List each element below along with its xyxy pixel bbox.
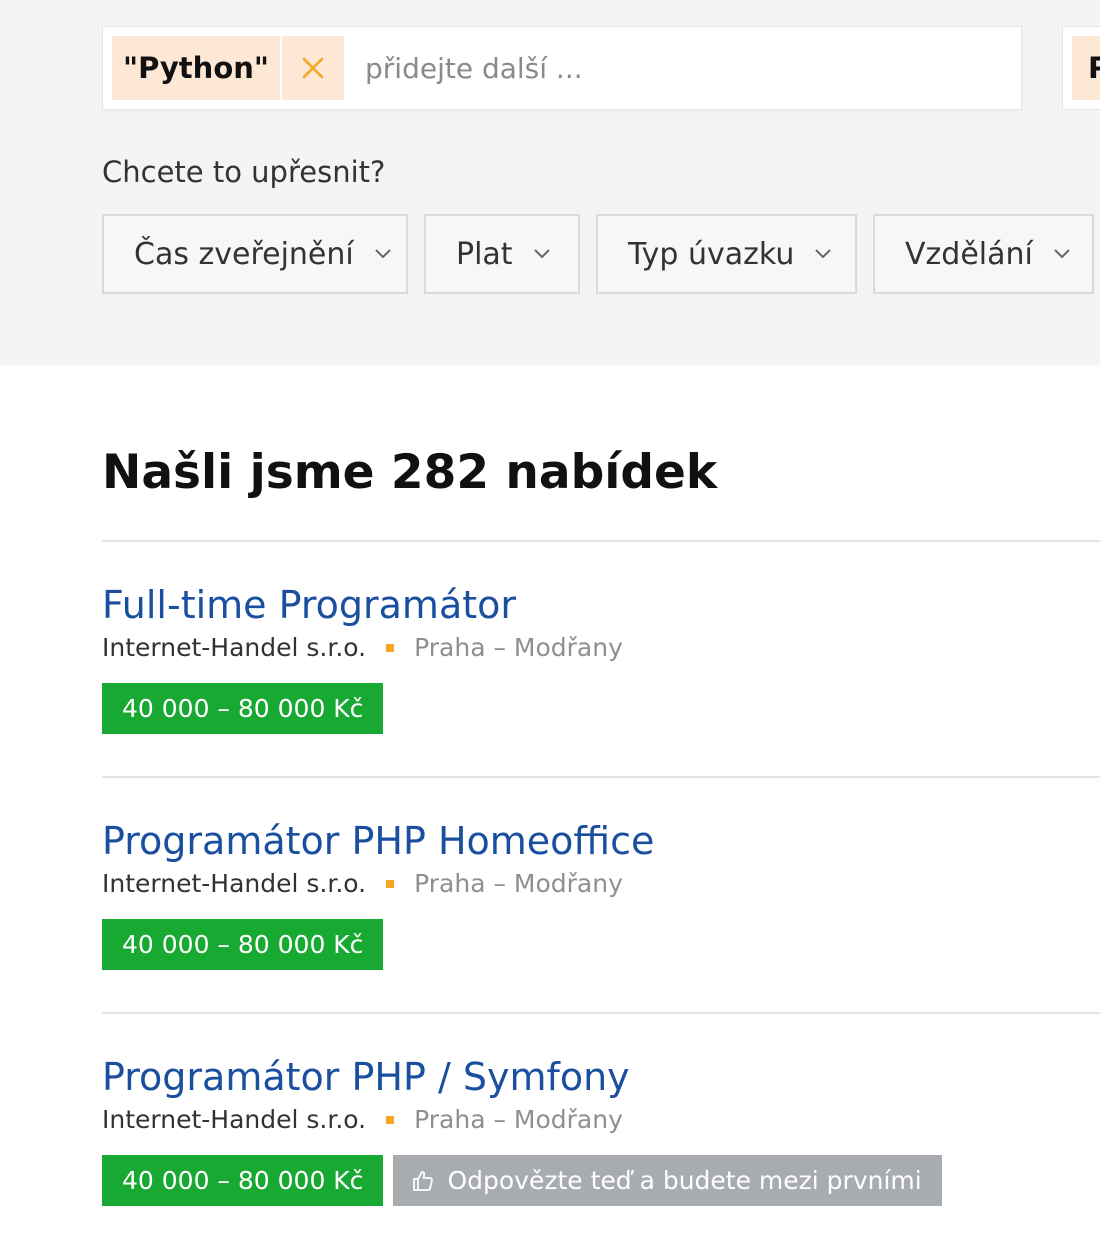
job-badges: 40 000 – 80 000 Kč — [102, 683, 384, 734]
company-name: Internet-Handel s.r.o. — [102, 869, 367, 898]
salary-badge: 40 000 – 80 000 Kč — [102, 683, 384, 734]
company-name: Internet-Handel s.r.o. — [102, 633, 367, 662]
refine-label: Chcete to upřesnit? — [102, 155, 386, 189]
job-badges: 40 000 – 80 000 Kč Odpovězte teď a budet… — [102, 1155, 942, 1206]
results-count: 282 — [390, 445, 490, 500]
job-listing: Full-time Programátor Internet-Handel s.… — [102, 583, 1100, 734]
filter-salary[interactable]: Plat — [424, 214, 580, 294]
divider — [102, 1012, 1100, 1014]
job-listing: Programátor PHP Homeoffice Internet-Hand… — [102, 819, 1100, 970]
keyword-add-input[interactable] — [365, 36, 1005, 100]
salary-badge: 40 000 – 80 000 Kč — [102, 919, 384, 970]
filter-label: Typ úvazku — [628, 236, 795, 272]
separator-dot — [386, 879, 395, 888]
job-location: Praha – Modřany — [414, 1105, 623, 1134]
company-name: Internet-Handel s.r.o. — [102, 1105, 367, 1134]
separator-dot — [386, 1115, 395, 1124]
divider — [102, 540, 1100, 542]
results-suffix: nabídek — [505, 445, 718, 500]
chevron-down-icon — [533, 249, 550, 259]
job-title-link[interactable]: Full-time Programátor — [102, 583, 516, 627]
job-title-link[interactable]: Programátor PHP Homeoffice — [102, 819, 654, 863]
chevron-down-icon — [1054, 249, 1070, 259]
location-search-box[interactable]: P — [1062, 26, 1100, 110]
chevron-down-icon — [375, 249, 391, 259]
job-listing: Programátor PHP / Symfony Internet-Hande… — [102, 1055, 1100, 1206]
divider — [102, 776, 1100, 778]
job-location: Praha – Modřany — [414, 633, 623, 662]
results-heading: Našli jsme 282 nabídek — [102, 445, 717, 500]
filter-label: Plat — [456, 236, 513, 272]
respond-label: Odpovězte teď a budete mezi prvními — [447, 1166, 922, 1195]
job-badges: 40 000 – 80 000 Kč — [102, 919, 384, 970]
location-tag-label: P — [1072, 36, 1100, 100]
keyword-tag: "Python" — [112, 36, 344, 100]
job-meta: Internet-Handel s.r.o. Praha – Modřany — [102, 1105, 623, 1134]
search-panel: "Python" P Chcete to upřesnit? Čas zveře… — [0, 0, 1100, 365]
close-icon — [302, 57, 324, 79]
job-title-link[interactable]: Programátor PHP / Symfony — [102, 1055, 630, 1099]
filter-employment-type[interactable]: Typ úvazku — [596, 214, 857, 294]
separator-dot — [386, 643, 395, 652]
filter-label: Čas zveřejnění — [134, 236, 354, 272]
filter-education[interactable]: Vzdělání — [873, 214, 1094, 294]
keyword-tag-label: "Python" — [112, 36, 280, 100]
respond-early-button[interactable]: Odpovězte teď a budete mezi prvními — [393, 1155, 942, 1206]
keyword-search-box[interactable]: "Python" — [102, 26, 1022, 110]
salary-badge: 40 000 – 80 000 Kč — [102, 1155, 384, 1206]
thumbs-up-icon — [413, 1170, 434, 1191]
keyword-tag-remove-button[interactable] — [280, 36, 344, 100]
filter-label: Vzdělání — [905, 236, 1033, 272]
chevron-down-icon — [815, 249, 832, 259]
job-meta: Internet-Handel s.r.o. Praha – Modřany — [102, 869, 623, 898]
results-prefix: Našli jsme — [102, 445, 375, 500]
filter-publish-time[interactable]: Čas zveřejnění — [102, 214, 408, 294]
job-meta: Internet-Handel s.r.o. Praha – Modřany — [102, 633, 623, 662]
job-location: Praha – Modřany — [414, 869, 623, 898]
